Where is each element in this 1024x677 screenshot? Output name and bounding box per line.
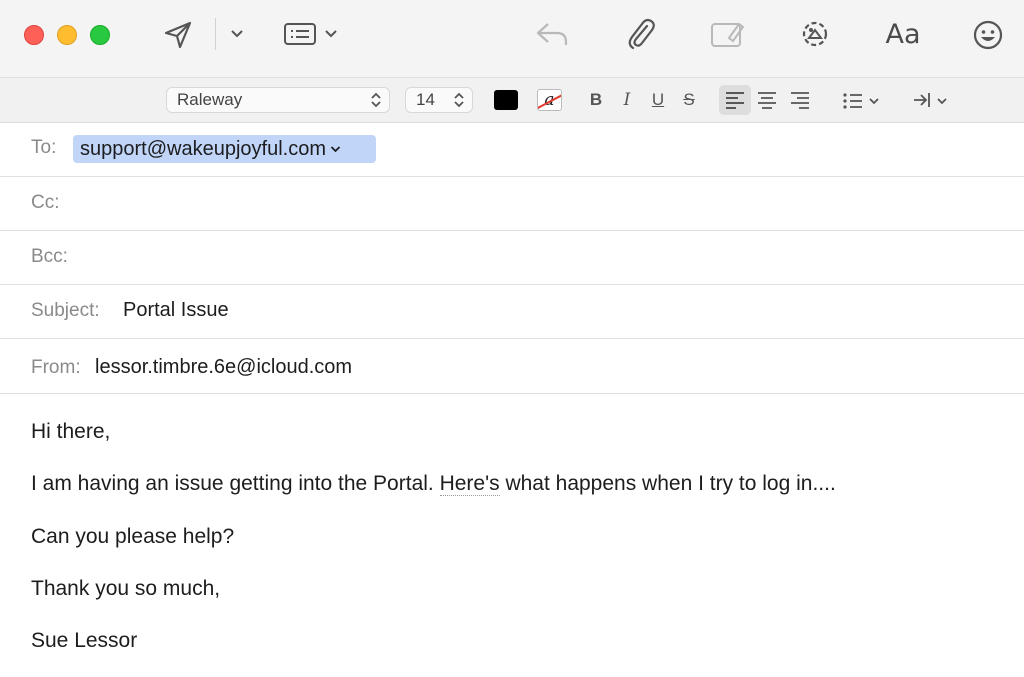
indent-chevron-down-icon[interactable] xyxy=(912,90,950,110)
reply-icon xyxy=(534,18,570,50)
list-chevron-down-icon[interactable] xyxy=(842,90,882,110)
from-label: From: xyxy=(31,357,81,378)
header-fields-icon[interactable] xyxy=(282,20,318,48)
font-size-value: 14 xyxy=(416,90,435,109)
toolbar-separator xyxy=(215,18,216,50)
cc-label: Cc: xyxy=(31,192,60,213)
body-line-1: I am having an issue getting into the Po… xyxy=(31,472,836,496)
markup-icon xyxy=(708,17,746,51)
body-signature: Sue Lessor xyxy=(31,629,138,652)
underline-button[interactable]: U xyxy=(648,88,668,112)
strikethrough-button[interactable]: S xyxy=(679,88,699,112)
body-line-1-start: I am having an issue getting into the Po… xyxy=(31,472,440,495)
send-icon[interactable] xyxy=(160,18,196,52)
photo-browser-icon[interactable] xyxy=(796,15,834,53)
body-greeting: Hi there, xyxy=(31,420,111,443)
bcc-field-row[interactable]: Bcc: xyxy=(0,231,1024,285)
subject-field-row[interactable]: Subject: Portal Issue xyxy=(0,285,1024,339)
bold-button[interactable]: B xyxy=(586,88,606,112)
text-color-swatch[interactable] xyxy=(494,90,518,110)
header-options-chevron-down-icon[interactable] xyxy=(322,24,340,44)
spelling-flag[interactable]: Here's xyxy=(439,472,500,496)
recipient-address: support@wakeupjoyful.com xyxy=(80,137,326,160)
close-window-button[interactable] xyxy=(24,25,44,45)
window-toolbar: Aa xyxy=(0,0,1024,78)
from-field-row[interactable]: From: lessor.timbre.6e@icloud.com xyxy=(0,339,1024,394)
font-size-select[interactable]: 14 xyxy=(405,87,473,113)
fonts-button[interactable]: Aa xyxy=(883,18,923,50)
body-line-3: Thank you so much, xyxy=(31,577,221,600)
cc-field-row[interactable]: Cc: xyxy=(0,177,1024,231)
italic-button[interactable]: I xyxy=(617,88,637,112)
recipient-token[interactable]: support@wakeupjoyful.com xyxy=(73,135,376,163)
highlight-color-swatch[interactable]: a xyxy=(537,89,562,111)
stepper-icon xyxy=(453,91,465,114)
to-label: To: xyxy=(31,137,57,158)
body-line-2: Can you please help? xyxy=(31,525,235,548)
zoom-window-button[interactable] xyxy=(90,25,110,45)
align-right-icon[interactable] xyxy=(789,90,811,110)
emoji-icon[interactable] xyxy=(970,17,1006,53)
subject-input[interactable]: Portal Issue xyxy=(123,299,229,322)
font-family-value: Raleway xyxy=(177,90,243,109)
font-family-select[interactable]: Raleway xyxy=(166,87,390,113)
align-left-icon xyxy=(724,90,746,110)
paperclip-icon[interactable] xyxy=(622,16,658,52)
subject-label: Subject: xyxy=(31,300,100,321)
chevron-down-icon[interactable] xyxy=(330,145,341,153)
from-select[interactable]: lessor.timbre.6e@icloud.com xyxy=(95,356,352,379)
body-line-1-end: what happens when I try to log in.... xyxy=(499,472,836,495)
align-center-icon[interactable] xyxy=(756,90,778,110)
minimize-window-button[interactable] xyxy=(57,25,77,45)
stepper-icon xyxy=(370,91,382,114)
send-options-chevron-down-icon[interactable] xyxy=(228,24,246,44)
bcc-label: Bcc: xyxy=(31,246,68,267)
